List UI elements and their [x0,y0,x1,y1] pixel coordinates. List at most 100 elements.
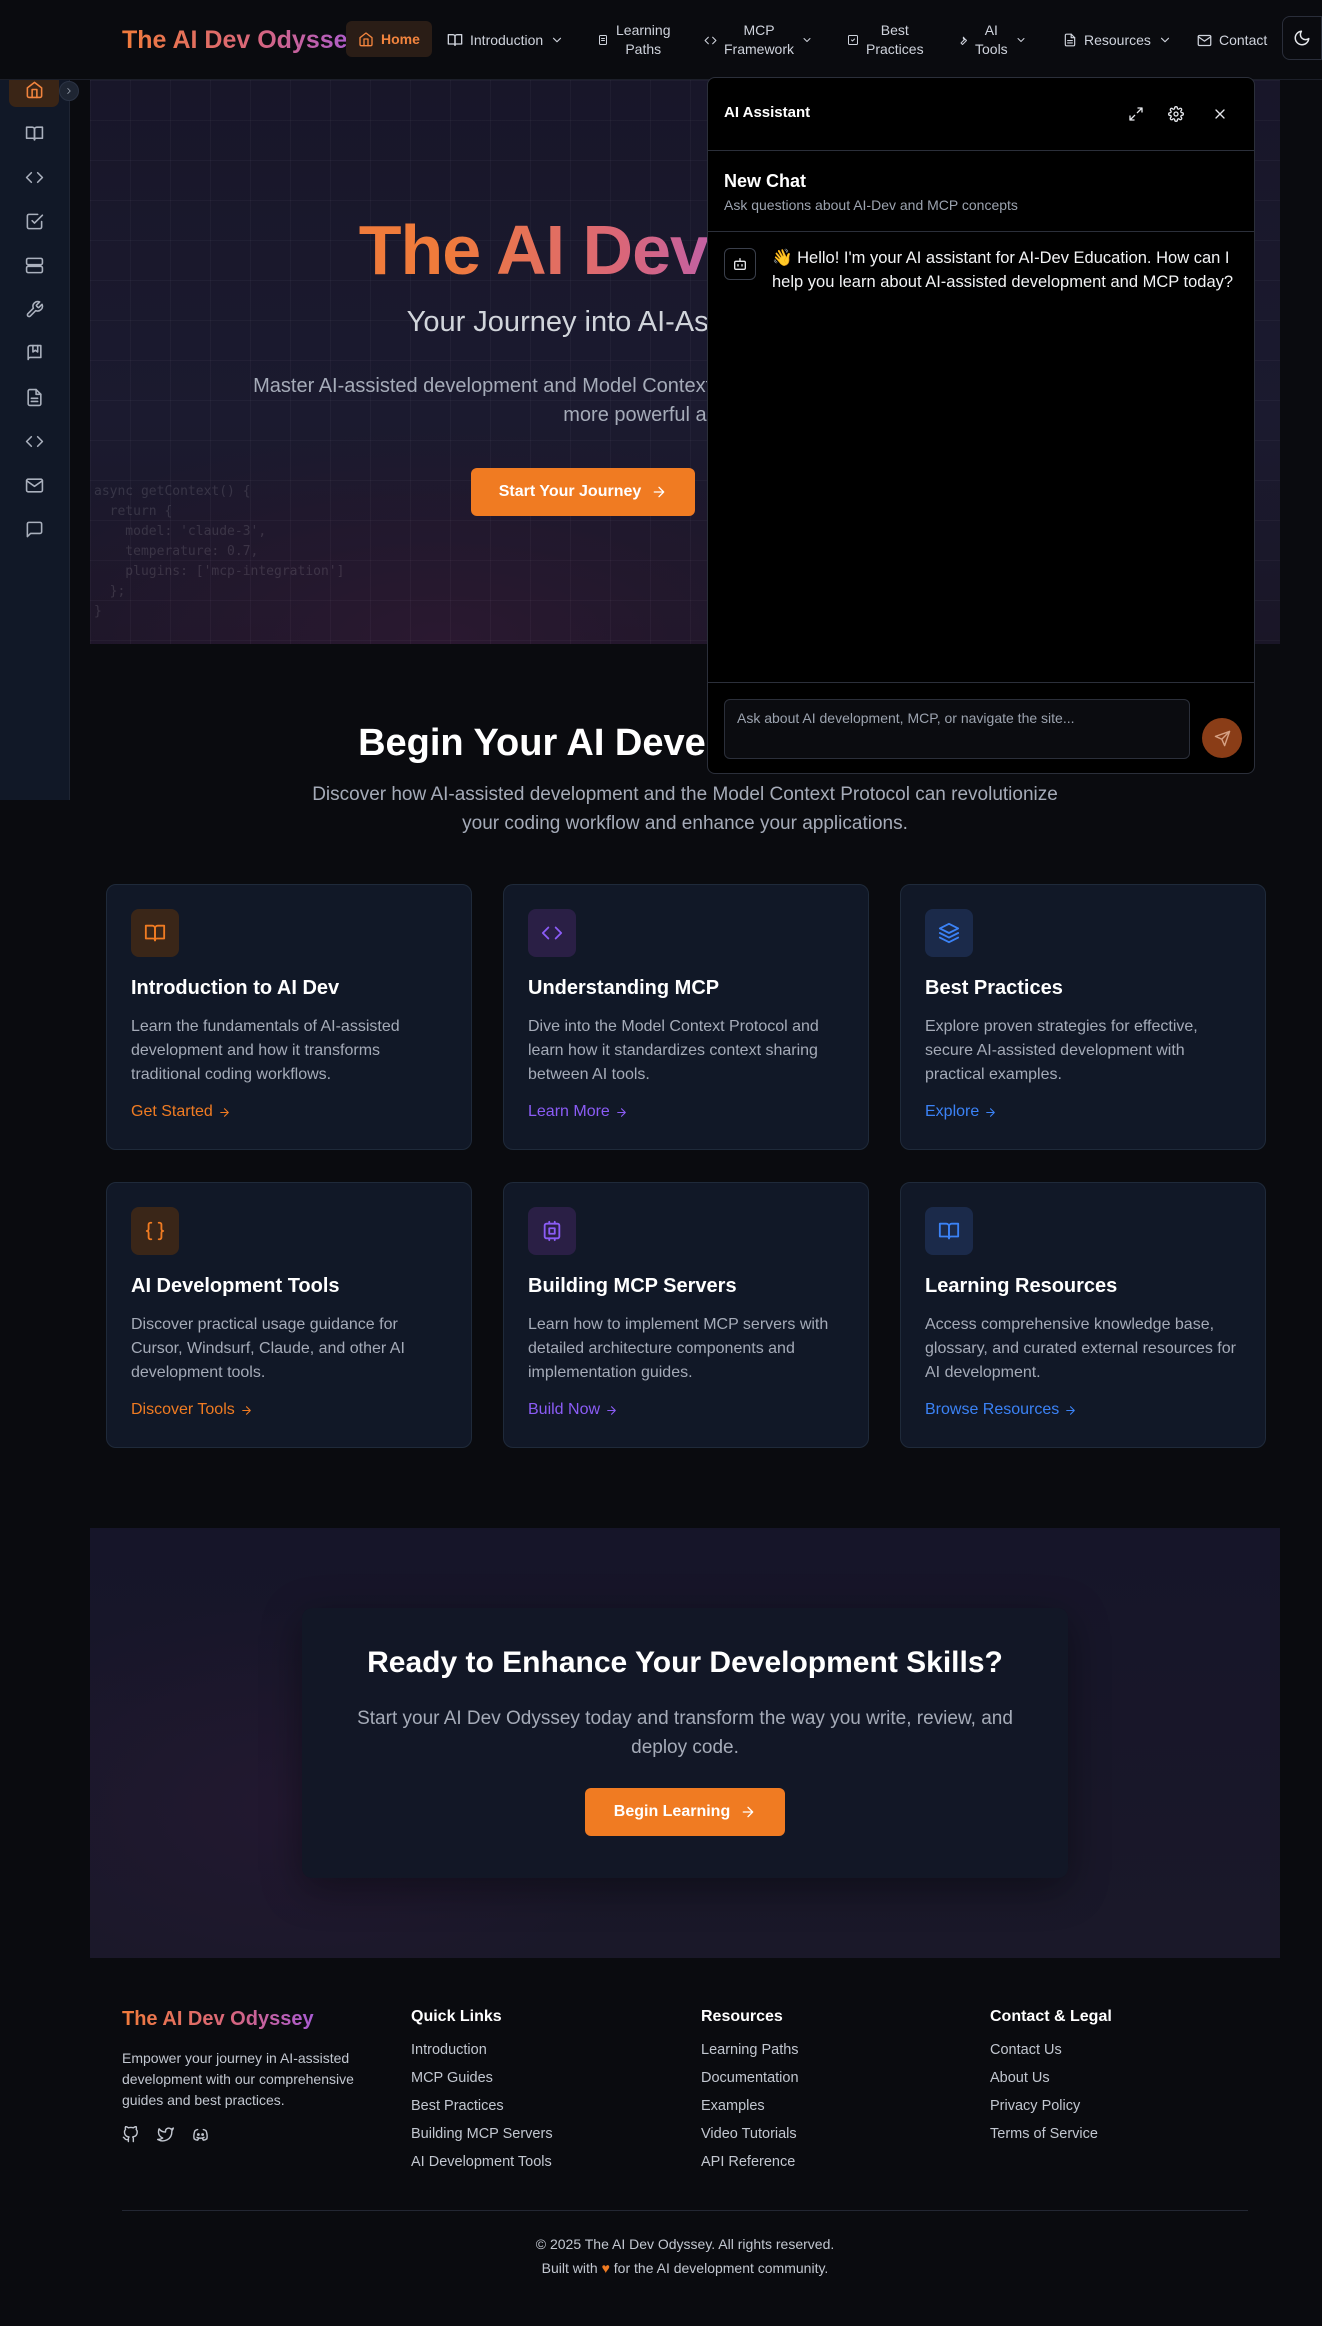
card-link-label: Browse Resources [925,1401,1060,1418]
feature-card-resources[interactable]: Learning Resources Access comprehensive … [900,1182,1266,1448]
book-icon [447,32,463,48]
chat-settings-button[interactable] [1162,100,1190,128]
card-description: Discover practical usage guidance for Cu… [131,1316,405,1381]
card-link-label: Explore [925,1103,980,1120]
card-link[interactable]: Get Started [131,1103,231,1121]
footer-link[interactable]: Terms of Service [990,2126,1112,2154]
twitter-icon[interactable] [157,2126,174,2143]
sidebar-expand-button[interactable] [59,81,79,101]
send-message-button[interactable] [1202,718,1242,758]
feature-card-mcp-servers[interactable]: Building MCP Servers Learn how to implem… [503,1182,869,1448]
nav-best-practices-label: Best Practices [866,22,924,57]
chat-input[interactable] [724,699,1190,759]
sidebar-item-best-practices[interactable] [9,203,59,239]
bot-message: 👋 Hello! I'm your AI assistant for AI-De… [772,249,1234,291]
sidebar-item-tools[interactable] [9,291,59,327]
hero-code-line: model: 'claude-3', [94,524,267,539]
footer-brand[interactable]: The AI Dev Odyssey [122,2008,314,2031]
chevron-down-icon [1015,34,1027,46]
card-link[interactable]: Explore [925,1103,997,1121]
expand-chat-button[interactable] [1122,100,1150,128]
footer-link[interactable]: Contact Us [990,2042,1112,2070]
footer-resources: Resources Learning Paths Documentation E… [701,2008,799,2182]
cta-title: Ready to Enhance Your Development Skills… [367,1646,1003,1679]
theme-toggle-button[interactable] [1282,16,1322,60]
footer-link[interactable]: Documentation [701,2070,799,2098]
footer-link[interactable]: Privacy Policy [990,2098,1112,2126]
card-link[interactable]: Learn More [528,1103,628,1121]
card-link[interactable]: Build Now [528,1401,618,1419]
footer-link[interactable]: API Reference [701,2154,799,2182]
nav-mcp-framework[interactable]: MCP Framework [704,0,813,80]
code-icon [25,168,44,187]
begin-learning-button[interactable]: Begin Learning [585,1788,785,1836]
feature-card-mcp[interactable]: Understanding MCP Dive into the Model Co… [503,884,869,1150]
footer-link[interactable]: Building MCP Servers [411,2126,553,2154]
nav-introduction[interactable]: Introduction [447,0,564,80]
sidebar-item-introduction[interactable] [9,115,59,151]
footer-link[interactable]: Learning Paths [701,2042,799,2070]
feature-card-best-practices[interactable]: Best Practices Explore proven strategies… [900,884,1266,1150]
nav-home[interactable]: Home [346,21,432,57]
footer-link[interactable]: MCP Guides [411,2070,553,2098]
nav-contact-label: Contact [1219,31,1268,48]
footer-link[interactable]: AI Development Tools [411,2154,553,2182]
braces-icon [131,1207,179,1255]
server-icon [528,1207,576,1255]
card-link[interactable]: Browse Resources [925,1401,1077,1419]
feature-card-tools[interactable]: AI Development Tools Discover practical … [106,1182,472,1448]
nav-learning-paths[interactable]: Learning Paths [597,0,671,80]
footer-copyright: © 2025 The AI Dev Odyssey. All rights re… [535,2236,835,2252]
footer-link[interactable]: About Us [990,2070,1112,2098]
start-journey-button[interactable]: Start Your Journey [471,468,695,516]
footer-link[interactable]: Best Practices [411,2098,553,2126]
nav-contact[interactable]: Contact [1197,0,1267,80]
nav-ai-tools-label: AI Tools [975,22,1008,57]
chevron-down-icon [1158,33,1172,47]
card-link-label: Get Started [131,1103,213,1120]
feature-card-intro[interactable]: Introduction to AI Dev Learn the fundame… [106,884,472,1150]
card-title: Building MCP Servers [528,1275,737,1297]
ai-assistant-panel: AI Assistant New Chat Ask questions abou… [707,77,1255,774]
home-icon [25,80,44,99]
home-icon [358,31,374,47]
chat-title: AI Assistant [724,104,811,121]
sidebar-item-servers[interactable] [9,247,59,283]
sidebar-item-resources[interactable] [9,379,59,415]
chat-composer [708,682,1254,773]
sidebar-item-contact[interactable] [9,467,59,503]
nav-home-label: Home [381,30,420,47]
sidebar-item-code[interactable] [9,423,59,459]
discord-icon[interactable] [192,2126,209,2143]
github-icon[interactable] [122,2126,139,2143]
hero-code-decoration: async getContext() { return { model: 'cl… [94,482,344,622]
card-title: Understanding MCP [528,977,720,999]
hero-code-line: temperature: 0.7, [94,544,259,559]
begin-learning-label: Begin Learning [613,1803,731,1820]
book-open-icon [131,909,179,957]
nav-best-practices[interactable]: Best Practices [847,0,924,80]
check-square-icon [25,212,44,231]
nav-ai-tools[interactable]: AI Tools [956,0,1027,80]
footer-link[interactable]: Introduction [411,2042,553,2070]
card-description: Learn the fundamentals of AI-assisted de… [131,1018,400,1083]
mail-icon [25,476,44,495]
card-description: Explore proven strategies for effective,… [925,1018,1198,1083]
card-description: Learn how to implement MCP servers with … [528,1316,829,1381]
chat-session-hint: Ask questions about AI-Dev and MCP conce… [724,197,1018,213]
chat-session-info: New Chat Ask questions about AI-Dev and … [708,151,1254,232]
footer-link[interactable]: Video Tutorials [701,2126,799,2154]
mail-icon [1197,33,1212,48]
footer-link[interactable]: Examples [701,2098,799,2126]
sidebar-item-chat[interactable] [9,511,59,547]
cta-section: Ready to Enhance Your Development Skills… [90,1528,1280,1958]
sidebar-item-mcp[interactable] [9,159,59,195]
close-chat-button[interactable] [1206,100,1234,128]
sidebar-item-bookmarks[interactable] [9,335,59,371]
nav-resources[interactable]: Resources [1063,0,1172,80]
built-with-suffix: for the AI development community. [613,2260,829,2276]
card-link[interactable]: Discover Tools [131,1401,253,1419]
brand-logo[interactable]: The AI Dev Odyssey [122,26,361,55]
arrow-right-icon [740,1804,756,1820]
card-title: Introduction to AI Dev [131,977,340,999]
